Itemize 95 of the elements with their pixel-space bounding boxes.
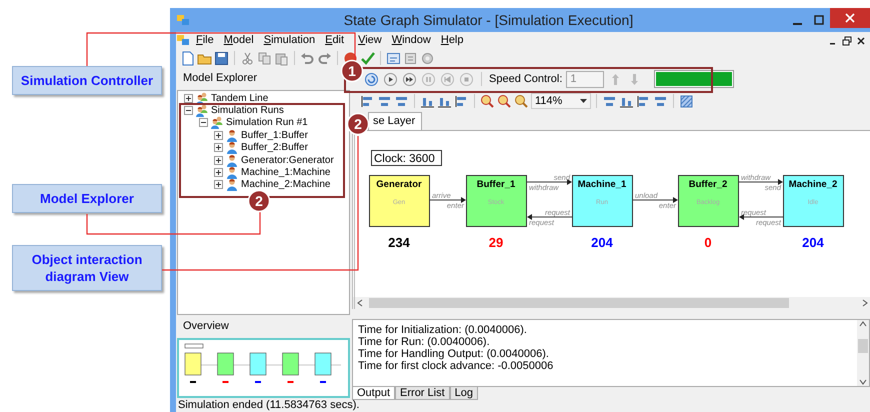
new-file-icon[interactable] (180, 50, 195, 66)
person-icon (225, 178, 239, 192)
node-title: Machine_2 (788, 179, 838, 190)
output-line: Time for Initialization: (0.0040006). (358, 324, 528, 336)
count-label: 204 (802, 235, 824, 250)
menu-item[interactable]: Model (218, 33, 259, 48)
tree-item[interactable]: Buffer_2:Buffer (241, 140, 308, 156)
collapse-icon[interactable] (184, 106, 193, 115)
align-icon[interactable] (636, 94, 651, 108)
maximize-icon (814, 15, 824, 25)
scroll-thumb[interactable] (858, 339, 868, 353)
output-tab[interactable]: Error List (395, 387, 450, 400)
person-icon (225, 141, 239, 154)
people-icon (195, 104, 209, 118)
callout-label: Simulation Controller (12, 66, 162, 95)
align-icon[interactable] (454, 94, 469, 108)
menu-item[interactable]: Simulation (258, 33, 320, 48)
pattern-icon[interactable] (679, 94, 694, 108)
count-label: 29 (488, 235, 504, 250)
minimize-icon (792, 23, 802, 25)
count-label: 0 (704, 235, 712, 250)
tree-item[interactable]: Buffer_1:Buffer (241, 128, 308, 143)
vertical-scrollbar[interactable] (857, 320, 869, 386)
restore-button[interactable] (842, 36, 852, 46)
tree-item[interactable]: Tandem Line (211, 90, 268, 106)
node-title: Buffer_1 (476, 179, 516, 190)
code-icon[interactable] (386, 50, 401, 66)
menu-item[interactable]: File (191, 33, 219, 48)
caret-icon (580, 98, 587, 104)
speed-label: Speed Control: (489, 72, 562, 87)
collapse-icon[interactable] (199, 118, 208, 128)
layer-tab[interactable]: se Layer (368, 112, 422, 130)
output-line: Time for Run: (0.0040006). (358, 336, 491, 348)
node-title: Buffer_2 (688, 179, 728, 190)
menu-item[interactable]: Window (386, 33, 436, 48)
expand-icon[interactable] (214, 168, 223, 177)
menu-item[interactable]: View (353, 33, 387, 48)
node-title: Generator (376, 179, 422, 190)
count-label: 234 (388, 235, 410, 250)
step-badge: 1 (340, 60, 364, 82)
expand-icon[interactable] (184, 94, 193, 103)
save-icon[interactable] (214, 50, 229, 66)
state-node[interactable] (572, 175, 633, 227)
redo-icon[interactable] (317, 50, 332, 66)
step-badge: 2 (248, 190, 270, 212)
undo-icon[interactable] (300, 50, 315, 66)
clock-label: Clock: 3600 (371, 150, 442, 166)
expand-icon[interactable] (214, 143, 223, 152)
person-icon (225, 154, 239, 167)
people-icon (195, 92, 209, 105)
callout-label: Object interaction diagram View (12, 245, 162, 291)
state-node[interactable] (783, 175, 844, 227)
zoom-out-icon[interactable] (497, 94, 512, 108)
close-icon (845, 13, 855, 23)
people-icon (210, 116, 224, 130)
state-node[interactable] (678, 175, 739, 227)
state-node[interactable] (466, 175, 527, 227)
horizontal-scrollbar[interactable] (352, 297, 870, 309)
scroll-up-icon[interactable] (858, 320, 868, 328)
node-title: Machine_1 (578, 179, 626, 190)
play-icon[interactable] (383, 72, 398, 86)
status-text: Simulation ended (11.5834763 secs). (178, 398, 360, 412)
menu-item[interactable]: Edit (320, 33, 350, 48)
expand-icon[interactable] (214, 130, 223, 140)
output-line: Time for first clock advance: -0.0050006 (358, 360, 554, 372)
document-icon (176, 33, 191, 48)
panel-title: Overview (183, 319, 229, 334)
window-title: State Graph Simulator - [Simulation Execution] (342, 10, 634, 30)
menu-item[interactable]: Help (436, 33, 468, 48)
person-icon (225, 128, 239, 142)
scroll-left-icon[interactable] (355, 298, 365, 308)
output-tab[interactable]: Output (352, 387, 396, 400)
scroll-right-icon[interactable] (860, 298, 870, 308)
fast-forward-icon[interactable] (402, 72, 417, 86)
scroll-down-icon[interactable] (858, 378, 868, 386)
callout-label: Model Explorer (12, 184, 162, 213)
zoom-in-icon[interactable] (480, 94, 495, 108)
align-icon[interactable] (360, 94, 375, 108)
cut-icon[interactable] (240, 50, 255, 66)
close-button[interactable] (856, 36, 866, 46)
tree-item[interactable]: Machine_2:Machine (241, 177, 330, 192)
expand-icon[interactable] (214, 156, 223, 165)
zoom-dropdown[interactable]: 114% (531, 93, 591, 109)
expand-icon[interactable] (214, 180, 223, 190)
output-tab[interactable]: Log (450, 387, 478, 400)
person-icon (225, 166, 239, 179)
check-icon[interactable] (360, 50, 375, 66)
zoom-fit-icon[interactable] (514, 94, 529, 108)
app-icon (176, 12, 191, 28)
output-line: Time for Handling Output: (0.0040006). (358, 348, 550, 360)
reset-icon[interactable] (364, 72, 379, 86)
state-node[interactable] (369, 175, 430, 227)
panel-title: Model Explorer (183, 71, 257, 86)
step-badge: 2 (346, 112, 370, 136)
count-label: 204 (591, 235, 613, 250)
